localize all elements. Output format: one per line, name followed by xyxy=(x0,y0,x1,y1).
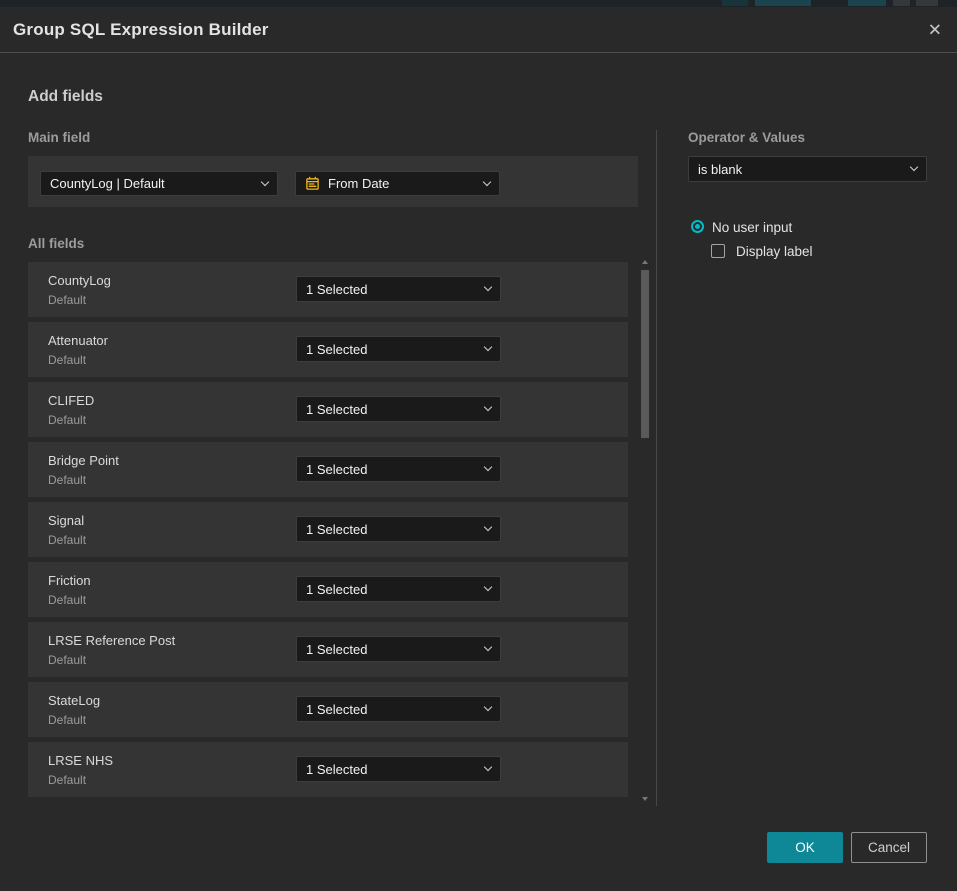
background-app-fragment xyxy=(893,0,910,6)
field-row: LRSE Reference Post Default 1 Selected xyxy=(28,622,628,677)
row-selection-dropdown-label: 1 Selected xyxy=(306,522,367,537)
add-fields-heading: Add fields xyxy=(28,88,103,106)
dialog-titlebar: Group SQL Expression Builder ✕ xyxy=(0,7,957,53)
screen: Group SQL Expression Builder ✕ Add field… xyxy=(0,0,957,891)
chevron-down-icon xyxy=(484,523,492,531)
field-row: Signal Default 1 Selected xyxy=(28,502,628,557)
row-selection-dropdown-label: 1 Selected xyxy=(306,702,367,717)
chevron-down-icon xyxy=(910,163,918,171)
background-app-fragment xyxy=(755,0,811,6)
chevron-down-icon xyxy=(484,583,492,591)
field-name: LRSE NHS xyxy=(48,753,113,768)
row-selection-dropdown-label: 1 Selected xyxy=(306,402,367,417)
row-selection-dropdown[interactable]: 1 Selected xyxy=(296,336,501,362)
chevron-down-icon xyxy=(483,177,491,185)
main-field-panel: CountyLog | Default From Date xyxy=(28,156,638,207)
display-label-label: Display label xyxy=(736,244,813,259)
field-name: Signal xyxy=(48,513,84,528)
field-name: Attenuator xyxy=(48,333,108,348)
no-user-input-label: No user input xyxy=(712,220,792,235)
chevron-down-icon xyxy=(261,177,269,185)
field-name: StateLog xyxy=(48,693,100,708)
chevron-down-icon xyxy=(484,703,492,711)
chevron-down-icon xyxy=(484,403,492,411)
row-selection-dropdown-label: 1 Selected xyxy=(306,342,367,357)
field-sublabel: Default xyxy=(48,773,86,787)
main-field-dropdown-value: From Date xyxy=(328,176,389,191)
row-selection-dropdown-label: 1 Selected xyxy=(306,462,367,477)
field-row: CLIFED Default 1 Selected xyxy=(28,382,628,437)
display-label-checkbox[interactable] xyxy=(711,244,725,258)
layer-dropdown[interactable]: CountyLog | Default xyxy=(40,171,278,196)
dialog-title: Group SQL Expression Builder xyxy=(13,7,269,53)
row-selection-dropdown-label: 1 Selected xyxy=(306,762,367,777)
field-name: CountyLog xyxy=(48,273,111,288)
close-icon[interactable]: ✕ xyxy=(928,21,942,38)
field-sublabel: Default xyxy=(48,653,86,667)
row-selection-dropdown[interactable]: 1 Selected xyxy=(296,696,501,722)
radio-dot xyxy=(695,224,700,229)
field-row: Attenuator Default 1 Selected xyxy=(28,322,628,377)
field-sublabel: Default xyxy=(48,473,86,487)
all-fields-list: CountyLog Default 1 Selected Attenuator … xyxy=(28,262,628,802)
background-app-fragment xyxy=(916,0,938,6)
field-name: Bridge Point xyxy=(48,453,119,468)
chevron-down-icon xyxy=(484,643,492,651)
no-user-input-radio[interactable] xyxy=(691,220,704,233)
field-row: CountyLog Default 1 Selected xyxy=(28,262,628,317)
chevron-down-icon xyxy=(484,463,492,471)
background-app-bar xyxy=(0,0,957,7)
field-sublabel: Default xyxy=(48,413,86,427)
group-sql-expression-builder-dialog: Group SQL Expression Builder ✕ Add field… xyxy=(0,7,957,891)
scrollbar-thumb[interactable] xyxy=(641,270,649,438)
field-row: LRSE NHS Default 1 Selected xyxy=(28,742,628,797)
operator-dropdown-value: is blank xyxy=(698,162,742,177)
calendar-icon xyxy=(305,176,320,191)
row-selection-dropdown[interactable]: 1 Selected xyxy=(296,756,501,782)
ok-button[interactable]: OK xyxy=(767,832,843,863)
operator-values-label: Operator & Values xyxy=(688,130,805,145)
row-selection-dropdown-label: 1 Selected xyxy=(306,642,367,657)
row-selection-dropdown[interactable]: 1 Selected xyxy=(296,456,501,482)
main-field-dropdown[interactable]: From Date xyxy=(295,171,500,196)
field-name: CLIFED xyxy=(48,393,94,408)
row-selection-dropdown-label: 1 Selected xyxy=(306,282,367,297)
scroll-down-icon[interactable] xyxy=(642,797,648,801)
row-selection-dropdown[interactable]: 1 Selected xyxy=(296,516,501,542)
row-selection-dropdown[interactable]: 1 Selected xyxy=(296,276,501,302)
row-selection-dropdown-label: 1 Selected xyxy=(306,582,367,597)
panel-divider xyxy=(656,130,657,806)
field-name: Friction xyxy=(48,573,91,588)
row-selection-dropdown[interactable]: 1 Selected xyxy=(296,636,501,662)
field-sublabel: Default xyxy=(48,713,86,727)
operator-dropdown[interactable]: is blank xyxy=(688,156,927,182)
field-row: Bridge Point Default 1 Selected xyxy=(28,442,628,497)
list-scrollbar[interactable] xyxy=(640,258,650,803)
background-app-fragment xyxy=(722,0,748,6)
cancel-button[interactable]: Cancel xyxy=(851,832,927,863)
field-sublabel: Default xyxy=(48,593,86,607)
field-sublabel: Default xyxy=(48,353,86,367)
field-row: StateLog Default 1 Selected xyxy=(28,682,628,737)
main-field-label: Main field xyxy=(28,130,90,145)
chevron-down-icon xyxy=(484,283,492,291)
field-sublabel: Default xyxy=(48,533,86,547)
background-app-fragment xyxy=(848,0,886,6)
layer-dropdown-value: CountyLog | Default xyxy=(50,176,165,191)
field-sublabel: Default xyxy=(48,293,86,307)
all-fields-label: All fields xyxy=(28,236,84,251)
field-row: Friction Default 1 Selected xyxy=(28,562,628,617)
row-selection-dropdown[interactable]: 1 Selected xyxy=(296,576,501,602)
chevron-down-icon xyxy=(484,343,492,351)
scroll-up-icon[interactable] xyxy=(642,260,648,264)
chevron-down-icon xyxy=(484,763,492,771)
field-name: LRSE Reference Post xyxy=(48,633,175,648)
row-selection-dropdown[interactable]: 1 Selected xyxy=(296,396,501,422)
